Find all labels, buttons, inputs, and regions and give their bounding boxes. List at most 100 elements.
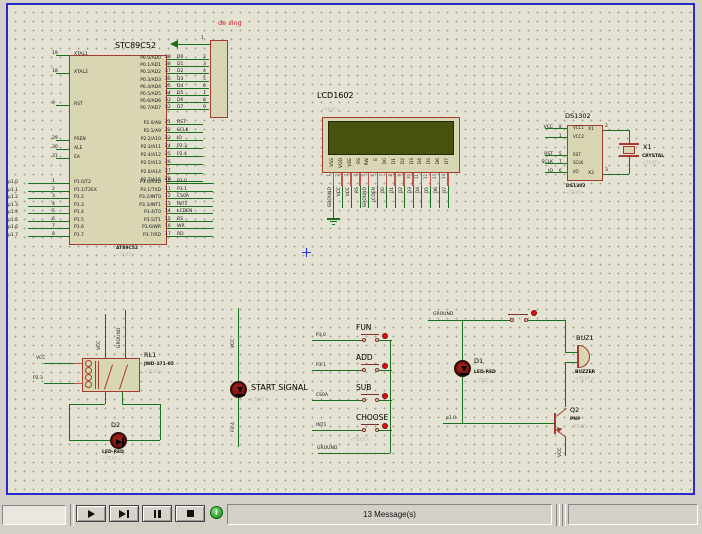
wire[interactable]: [428, 320, 510, 321]
pin-column[interactable]: D1 8 D1: [391, 157, 400, 213]
button-actuator[interactable]: [382, 363, 388, 369]
wire[interactable]: [167, 221, 213, 222]
wire[interactable]: [44, 383, 74, 384]
wire[interactable]: [122, 404, 160, 405]
wire[interactable]: [603, 130, 629, 131]
wire[interactable]: [545, 163, 567, 164]
button-actuator[interactable]: [382, 423, 388, 429]
wire[interactable]: [565, 320, 566, 353]
wire[interactable]: [528, 320, 565, 321]
button-actuator[interactable]: [382, 393, 388, 399]
pin-row[interactable]: 1 VCC2: [537, 135, 601, 144]
wire[interactable]: [167, 164, 203, 165]
wire[interactable]: [167, 206, 213, 207]
pin-column[interactable]: RW 5 GROUND: [364, 157, 373, 213]
wire[interactable]: [56, 73, 70, 74]
wire[interactable]: [56, 105, 70, 106]
pin-column[interactable]: D6 13 D6: [435, 157, 444, 213]
wire[interactable]: [421, 186, 422, 208]
wire[interactable]: [377, 186, 378, 208]
push-button[interactable]: SUB CS0A: [312, 384, 394, 414]
button-actuator[interactable]: [531, 310, 537, 316]
wire[interactable]: [44, 363, 74, 364]
pause-button[interactable]: [142, 505, 172, 522]
button-actuator[interactable]: [382, 333, 388, 339]
pin-row[interactable]: P0.7/AD7 32 D7 9: [97, 107, 215, 114]
wire[interactable]: [312, 400, 364, 401]
message-panel[interactable]: 13 Message(s): [227, 504, 552, 525]
wire[interactable]: [28, 221, 70, 222]
wire[interactable]: [28, 213, 70, 214]
wire[interactable]: [56, 140, 70, 141]
push-button[interactable]: FUN P3.0: [312, 324, 394, 354]
wire[interactable]: [167, 88, 209, 89]
wire[interactable]: [28, 206, 70, 207]
wire[interactable]: [69, 440, 110, 441]
wire[interactable]: [28, 236, 70, 237]
wire[interactable]: [312, 430, 364, 431]
step-button[interactable]: [109, 505, 139, 522]
wire[interactable]: [56, 149, 70, 150]
info-icon[interactable]: i: [210, 506, 223, 519]
wire[interactable]: [312, 370, 364, 371]
wire[interactable]: [69, 404, 70, 440]
wire[interactable]: [28, 183, 70, 184]
wire[interactable]: [167, 173, 203, 174]
wire[interactable]: [167, 156, 203, 157]
led-start-signal[interactable]: [230, 381, 247, 398]
pin-column[interactable]: D3 10 D3: [409, 157, 418, 213]
wire[interactable]: [167, 183, 213, 184]
wire[interactable]: [390, 340, 391, 453]
wire[interactable]: [318, 453, 390, 454]
pin-column[interactable]: D0 7 D0: [382, 157, 391, 213]
wire[interactable]: [167, 66, 209, 67]
wire[interactable]: [56, 158, 70, 159]
wire[interactable]: [167, 213, 213, 214]
stop-button[interactable]: [175, 505, 205, 522]
pin-column[interactable]: D7 14 D7: [444, 157, 453, 213]
wire[interactable]: [167, 228, 213, 229]
wire[interactable]: [565, 437, 566, 456]
play-button[interactable]: [76, 505, 106, 522]
led-d1[interactable]: [454, 360, 471, 377]
push-button[interactable]: ADD P3.1: [312, 354, 394, 384]
wire[interactable]: [160, 404, 161, 440]
wire[interactable]: [167, 95, 209, 96]
wire[interactable]: [167, 59, 209, 60]
led-d2[interactable]: [110, 432, 127, 449]
wire[interactable]: [56, 55, 70, 56]
wire[interactable]: [439, 186, 440, 208]
wire[interactable]: [167, 148, 203, 149]
pin-column[interactable]: D4 11 D4: [417, 157, 426, 213]
wire[interactable]: [167, 73, 209, 74]
pin-column[interactable]: VDD 2 VCC: [338, 157, 347, 213]
wire[interactable]: [28, 228, 70, 229]
wire[interactable]: [167, 191, 213, 192]
wire[interactable]: [629, 156, 630, 174]
wire[interactable]: [565, 362, 577, 363]
pin-column[interactable]: D2 9 D2: [400, 157, 409, 213]
wire[interactable]: [178, 44, 210, 45]
wire[interactable]: [603, 174, 629, 175]
wire[interactable]: [565, 352, 577, 353]
wire[interactable]: [430, 186, 431, 208]
wire[interactable]: [122, 392, 123, 404]
wire[interactable]: [448, 186, 449, 208]
pin-column[interactable]: D5 12 D5: [426, 157, 435, 213]
wire[interactable]: [545, 128, 567, 129]
wire[interactable]: [545, 172, 567, 173]
wire[interactable]: [28, 191, 70, 192]
wire[interactable]: [69, 404, 105, 405]
wire[interactable]: [565, 362, 566, 407]
wire[interactable]: [127, 440, 160, 441]
wire[interactable]: [312, 340, 364, 341]
pin-row[interactable]: P3.7/RD 17 RD: [97, 234, 215, 242]
wire[interactable]: [368, 186, 369, 208]
connector-body[interactable]: [210, 40, 228, 118]
pin-column[interactable]: VSS 1 GROUND: [329, 157, 338, 213]
wire[interactable]: [167, 236, 213, 237]
wire[interactable]: [545, 155, 567, 156]
wire[interactable]: [167, 109, 209, 110]
wire[interactable]: [167, 102, 209, 103]
wire[interactable]: [167, 124, 203, 125]
